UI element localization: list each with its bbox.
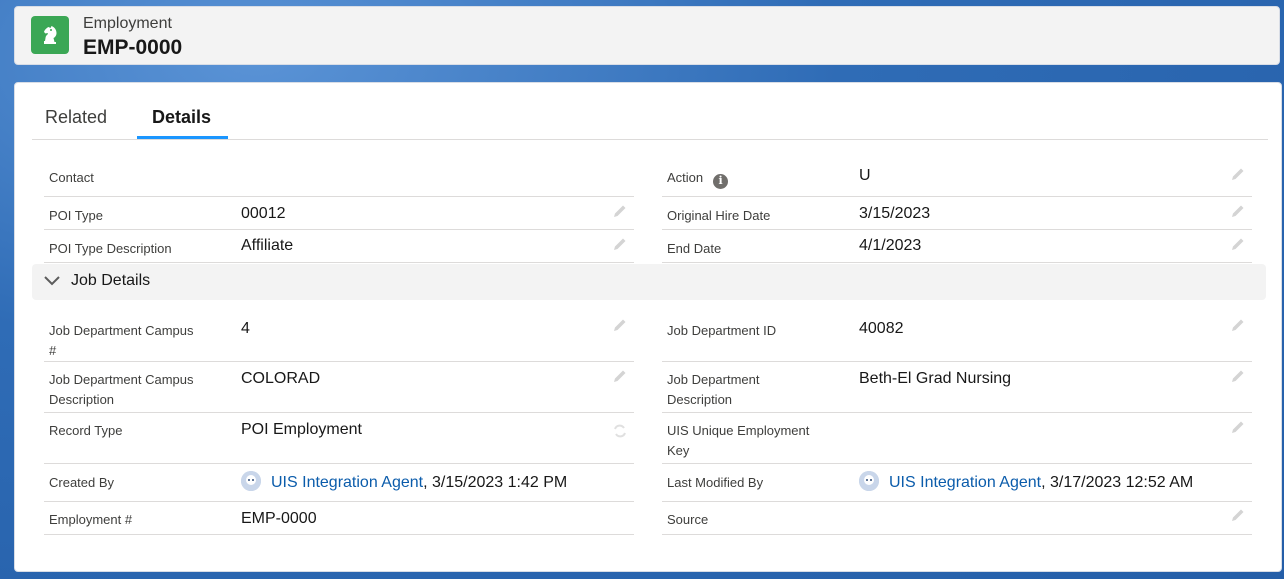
object-type-label: Employment — [83, 15, 172, 32]
active-tab-indicator — [137, 136, 228, 139]
field-label: POI Type Description — [49, 241, 172, 256]
tab-related[interactable]: Related — [45, 107, 107, 128]
field-created-by: Created By UIS Integration Agent, 3/15/2… — [44, 464, 634, 502]
edit-pencil-icon[interactable] — [612, 203, 628, 219]
section-job-details[interactable]: Job Details — [32, 264, 1266, 300]
field-last-modified-by: Last Modified By UIS Integration Agent, … — [662, 464, 1252, 502]
field-label: Source — [667, 512, 709, 527]
field-record-type: Record Type POI Employment — [44, 413, 634, 464]
field-label-line2: Description — [49, 392, 115, 407]
details-card: Related Details Contact Action i U POI Ty… — [14, 82, 1282, 572]
last-modified-by-user-link[interactable]: UIS Integration Agent — [889, 474, 1041, 491]
edit-pencil-icon[interactable] — [1230, 507, 1246, 523]
field-poi-type-description: POI Type Description Affiliate — [44, 230, 634, 263]
field-value: 4/1/2023 — [859, 237, 922, 254]
field-value: COLORAD — [241, 370, 321, 387]
edit-pencil-icon[interactable] — [1230, 203, 1246, 219]
field-label: Employment # — [49, 512, 133, 527]
field-employment-num: Employment # EMP-0000 — [44, 502, 634, 535]
record-header: Employment EMP-0000 — [14, 6, 1280, 65]
field-source: Source — [662, 502, 1252, 535]
field-value: U — [859, 167, 871, 184]
field-label-line1: UIS Unique Employment — [667, 423, 810, 438]
field-label-line2: Description — [667, 392, 733, 407]
change-record-type-icon[interactable] — [612, 423, 628, 439]
field-label: Original Hire Date — [667, 208, 771, 223]
employment-app-icon — [31, 16, 69, 54]
field-value: 40082 — [859, 320, 904, 337]
field-job-department-id: Job Department ID 40082 — [662, 311, 1252, 362]
tab-details[interactable]: Details — [152, 107, 211, 128]
section-title: Job Details — [71, 272, 151, 289]
field-label: Job Department ID — [667, 323, 777, 338]
field-label-line1: Job Department Campus — [49, 323, 194, 338]
edit-pencil-icon[interactable] — [1230, 236, 1246, 252]
user-avatar — [241, 471, 261, 491]
field-label: POI Type — [49, 208, 103, 223]
field-value: POI Employment — [241, 421, 362, 438]
field-job-department-description: Job Department Description Beth-El Grad … — [662, 362, 1252, 413]
edit-pencil-icon[interactable] — [612, 368, 628, 384]
field-value: 4 — [241, 320, 250, 337]
field-label-line1: Job Department — [667, 372, 760, 387]
edit-pencil-icon[interactable] — [1230, 166, 1246, 182]
field-contact: Contact — [44, 164, 634, 197]
field-label-line2: Key — [667, 443, 690, 458]
field-label: Last Modified By — [667, 475, 764, 490]
edit-pencil-icon[interactable] — [612, 236, 628, 252]
edit-pencil-icon[interactable] — [612, 317, 628, 333]
field-label: Action — [667, 170, 704, 185]
field-value: EMP-0000 — [241, 510, 317, 527]
field-label: Record Type — [49, 423, 123, 438]
field-end-date: End Date 4/1/2023 — [662, 230, 1252, 263]
field-value: 00012 — [241, 205, 286, 222]
field-value: 3/15/2023 — [859, 205, 931, 222]
field-value: Beth-El Grad Nursing — [859, 370, 1012, 387]
edit-pencil-icon[interactable] — [1230, 317, 1246, 333]
field-original-hire-date: Original Hire Date 3/15/2023 — [662, 197, 1252, 230]
field-value: Affiliate — [241, 237, 294, 254]
field-job-department-campus-description: Job Department Campus Description COLORA… — [44, 362, 634, 413]
field-label: Contact — [49, 170, 94, 185]
edit-pencil-icon[interactable] — [1230, 419, 1246, 435]
record-title: EMP-0000 — [83, 36, 183, 59]
created-date: , 3/15/2023 1:42 PM — [423, 474, 568, 491]
created-by-user-link[interactable]: UIS Integration Agent — [271, 474, 423, 491]
user-avatar — [859, 471, 879, 491]
field-label: End Date — [667, 241, 722, 256]
field-uis-unique-employment-key: UIS Unique Employment Key — [662, 413, 1252, 464]
field-label-line2: # — [49, 343, 57, 358]
tab-bar: Related Details — [32, 83, 1268, 140]
chevron-down-icon — [44, 276, 60, 286]
info-icon[interactable]: i — [713, 173, 729, 189]
field-job-department-campus-num: Job Department Campus # 4 — [44, 311, 634, 362]
field-label: Created By — [49, 475, 115, 490]
last-modified-date: , 3/17/2023 12:52 AM — [1041, 474, 1194, 491]
field-poi-type: POI Type 00012 — [44, 197, 634, 230]
edit-pencil-icon[interactable] — [1230, 368, 1246, 384]
field-label-line1: Job Department Campus — [49, 372, 194, 387]
field-action: Action i U — [662, 164, 1252, 197]
